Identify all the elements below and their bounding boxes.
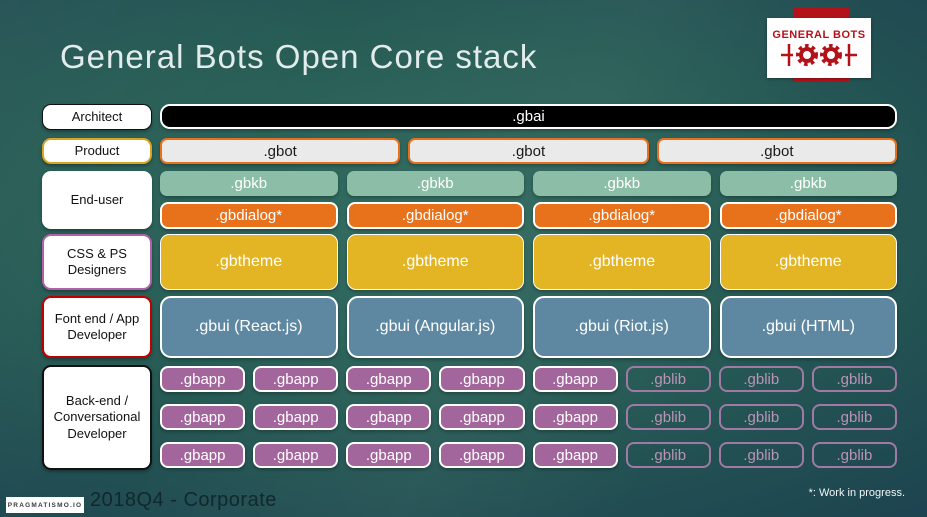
row-gbapp-3: .gbapp .gbapp .gbapp .gbapp .gbapp .gbli…	[160, 442, 897, 468]
role-label-backend-conversational-developer: Back-end / Conversational Developer	[42, 365, 152, 470]
gbapp-box: .gbapp	[346, 442, 432, 468]
gbkb-box: .gbkb	[719, 171, 897, 196]
gbapp-box: .gbapp	[160, 404, 246, 430]
gbtheme-box: .gbtheme	[160, 234, 338, 290]
role-label-frontend-app-developer: Font end / App Developer	[42, 296, 152, 358]
gbapp-box: .gbapp	[439, 404, 525, 430]
gbapp-box: .gbapp	[160, 442, 246, 468]
general-bots-logo: GENERAL BOTS	[767, 18, 871, 78]
gbtheme-box: .gbtheme	[719, 234, 897, 290]
page-title: General Bots Open Core stack	[60, 38, 538, 75]
gbdialog-box: .gbdialog*	[346, 202, 524, 229]
gbdialog-box: .gbdialog*	[533, 202, 711, 229]
gblib-box: .gblib	[811, 366, 897, 392]
gbapp-box: .gbapp	[160, 366, 246, 392]
gbtheme-box: .gbtheme	[533, 234, 711, 290]
gbtheme-box: .gbtheme	[346, 234, 524, 290]
gblib-box: .gblib	[811, 442, 897, 468]
gbui-html-box: .gbui (HTML)	[719, 296, 897, 358]
footer-edition-text: 2018Q4 - Corporate	[90, 489, 277, 511]
gbui-react-box: .gbui (React.js)	[160, 296, 338, 358]
gbui-angular-box: .gbui (Angular.js)	[346, 296, 524, 358]
logo-brand-text: GENERAL BOTS	[772, 28, 866, 41]
gblib-box: .gblib	[625, 366, 711, 392]
gblib-box: .gblib	[625, 404, 711, 430]
gbapp-box: .gbapp	[253, 366, 339, 392]
gbot-box: .gbot	[656, 138, 897, 164]
gears-icon	[781, 43, 857, 66]
gblib-box: .gblib	[811, 404, 897, 430]
slide: General Bots Open Core stack GENERAL BOT…	[0, 0, 927, 517]
gbai-box: .gbai	[160, 104, 897, 129]
gbapp-box: .gbapp	[532, 366, 618, 392]
row-gbkb: .gbkb .gbkb .gbkb .gbkb	[160, 171, 897, 196]
role-label-architect: Architect	[42, 104, 152, 130]
gblib-box: .gblib	[718, 442, 804, 468]
row-gbui: .gbui (React.js) .gbui (Angular.js) .gbu…	[160, 296, 897, 358]
row-gbapp-1: .gbapp .gbapp .gbapp .gbapp .gbapp .gbli…	[160, 366, 897, 392]
row-gbai: .gbai	[160, 104, 897, 129]
gbdialog-box: .gbdialog*	[719, 202, 897, 229]
gbapp-box: .gbapp	[253, 404, 339, 430]
row-gbdialog: .gbdialog* .gbdialog* .gbdialog* .gbdial…	[160, 202, 897, 229]
gbkb-box: .gbkb	[533, 171, 711, 196]
gbapp-box: .gbapp	[532, 442, 618, 468]
gbot-box: .gbot	[408, 138, 649, 164]
gbapp-box: .gbapp	[253, 442, 339, 468]
gbot-box: .gbot	[160, 138, 401, 164]
gbapp-box: .gbapp	[346, 366, 432, 392]
pragmatismo-logo: PRAGMATISMO.IO	[6, 497, 84, 513]
row-gbot: .gbot .gbot .gbot	[160, 138, 897, 164]
row-gbapp-2: .gbapp .gbapp .gbapp .gbapp .gbapp .gbli…	[160, 404, 897, 430]
gbkb-box: .gbkb	[346, 171, 524, 196]
gbapp-box: .gbapp	[532, 404, 618, 430]
role-label-end-user: End-user	[42, 171, 152, 229]
gbapp-box: .gbapp	[439, 442, 525, 468]
role-label-product: Product	[42, 138, 152, 164]
gbkb-box: .gbkb	[160, 171, 338, 196]
gblib-box: .gblib	[718, 404, 804, 430]
row-gbtheme: .gbtheme .gbtheme .gbtheme .gbtheme	[160, 234, 897, 290]
gbapp-box: .gbapp	[346, 404, 432, 430]
gbapp-box: .gbapp	[439, 366, 525, 392]
footer-wip-note: *: Work in progress.	[808, 487, 905, 499]
gblib-box: .gblib	[718, 366, 804, 392]
gbui-riot-box: .gbui (Riot.js)	[533, 296, 711, 358]
role-label-css-ps-designers: CSS & PS Designers	[42, 234, 152, 290]
gbdialog-box: .gbdialog*	[160, 202, 338, 229]
gblib-box: .gblib	[625, 442, 711, 468]
